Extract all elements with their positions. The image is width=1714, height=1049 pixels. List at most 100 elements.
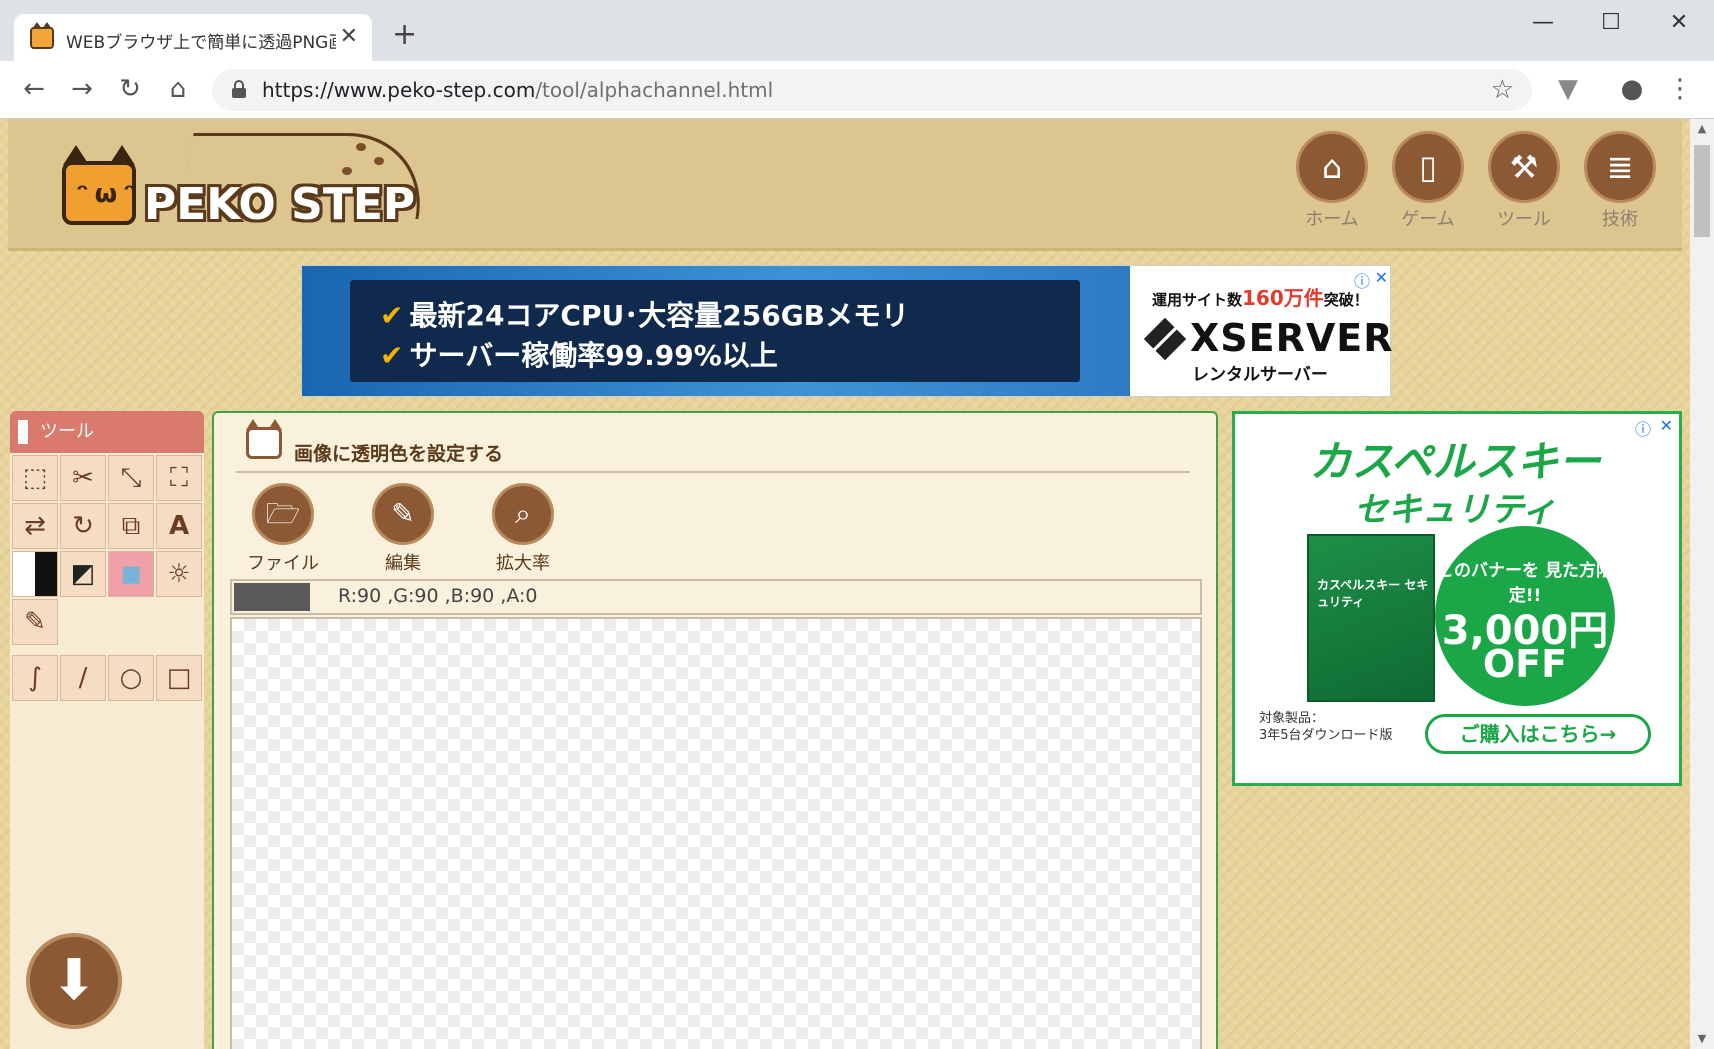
pencil-icon: ✎ xyxy=(372,483,434,545)
discount-badge: このバナーを 見た方限定!! 3,000円 OFF xyxy=(1435,526,1615,706)
image-canvas[interactable] xyxy=(230,617,1202,1049)
smartphone-icon: ▯ xyxy=(1392,131,1464,203)
zoom-button[interactable]: ⌕ 拡大率 xyxy=(478,483,568,575)
ad-title: カスペルスキー xyxy=(1309,437,1601,486)
eyedropper-icon[interactable]: ✎ xyxy=(12,599,58,645)
folder-icon: 🗁 xyxy=(252,483,314,545)
house-icon: ⌂ xyxy=(1296,131,1368,203)
ad-brand-sub: レンタルサーバー xyxy=(1192,365,1328,385)
zoom-button-label: 拡大率 xyxy=(496,553,550,574)
line-icon[interactable]: ∕ xyxy=(60,655,106,701)
color-swatch[interactable] xyxy=(234,583,310,611)
page-scrollbar[interactable]: ▲ ▼ xyxy=(1690,119,1714,1049)
ad-tagline: 運用サイト数160万件突破！ xyxy=(1152,286,1369,310)
ad-banner-brand: 運用サイト数160万件突破！ XSERVER レンタルサーバー xyxy=(1130,266,1393,396)
window-close-button[interactable]: ✕ xyxy=(1654,10,1704,35)
product-box-label: カスペルスキー セキュリティ xyxy=(1317,578,1429,609)
nav-home[interactable]: ⌂ ホーム xyxy=(1292,131,1372,231)
nav-tech-label: 技術 xyxy=(1602,209,1638,230)
extension-icon[interactable]: ▼ xyxy=(1552,73,1584,105)
page-viewport: ᵔωᵔ PEKO STEP ⌂ ホーム ▯ ゲーム ⚒ ツール ≣ 技術 ✔ 最新… xyxy=(0,119,1714,1049)
site-logo[interactable]: ᵔωᵔ PEKO STEP xyxy=(56,133,434,243)
ad-brand: XSERVER xyxy=(1190,316,1394,360)
swap-icon[interactable]: ⇄ xyxy=(12,503,58,549)
new-tab-button[interactable]: + xyxy=(392,20,417,50)
nav-tech[interactable]: ≣ 技術 xyxy=(1580,131,1660,231)
circle-icon[interactable]: ○ xyxy=(108,655,154,701)
rect-select-icon[interactable]: ⬚ xyxy=(12,455,58,501)
invert-icon[interactable] xyxy=(12,551,58,597)
lock-icon[interactable] xyxy=(232,80,246,98)
freehand-icon[interactable]: ∫ xyxy=(12,655,58,701)
text-icon[interactable]: A xyxy=(156,503,202,549)
color-readout-bar: R:90 ,G:90 ,B:90 ,A:0 xyxy=(230,579,1202,615)
browser-tabstrip: WEBブラウザ上で簡単に透過PNG画 ✕ + — ☐ ✕ xyxy=(0,0,1714,61)
tool-panel-title: ツール xyxy=(10,411,204,453)
rectangle-icon[interactable]: □ xyxy=(156,655,202,701)
ad-banner-side[interactable]: ⓘ ✕ カスペルスキー セキュリティ カスペルスキー セキュリティ このバナーを… xyxy=(1232,411,1682,786)
crop-icon[interactable]: ⛶ xyxy=(156,455,202,501)
file-button-label: ファイル xyxy=(247,553,319,574)
check-icon: ✔ xyxy=(380,339,404,372)
forward-arrow-icon[interactable]: → xyxy=(66,73,98,105)
ad-line-2: ✔ サーバー稼働率99.99%以上 xyxy=(380,339,778,372)
nav-home-label: ホーム xyxy=(1305,209,1359,230)
copy-add-icon[interactable]: ⧉ xyxy=(108,503,154,549)
browser-toolbar: ← → ↻ ⌂ https://www.peko-step.com/tool/a… xyxy=(0,61,1714,119)
ad-banner-top[interactable]: ✔ 最新24コアCPU･大容量256GBメモリ ✔ サーバー稼働率99.99%以上 … xyxy=(301,265,1393,397)
title-divider xyxy=(236,471,1190,473)
kebab-menu-icon[interactable]: ⋮ xyxy=(1664,73,1696,105)
bookmark-star-icon[interactable]: ☆ xyxy=(1491,75,1514,105)
paw-print-icon xyxy=(374,157,384,165)
ad-close-icon[interactable]: ✕ xyxy=(1375,268,1388,287)
ad-info-icon[interactable]: ⓘ xyxy=(1354,268,1370,292)
maximize-button[interactable]: ☐ xyxy=(1586,10,1636,35)
paw-print-icon xyxy=(342,167,352,175)
back-arrow-icon[interactable]: ← xyxy=(18,73,50,105)
ad-subtitle: セキュリティ xyxy=(1354,490,1556,530)
grayscale-icon[interactable]: ◩ xyxy=(60,551,106,597)
rotate-icon[interactable]: ↻ xyxy=(60,503,106,549)
nav-tools[interactable]: ⚒ ツール xyxy=(1484,131,1564,231)
tab-close-icon[interactable]: ✕ xyxy=(340,24,358,49)
color-readout: R:90 ,G:90 ,B:90 ,A:0 xyxy=(338,585,538,607)
resize-icon[interactable]: ⤡ xyxy=(108,455,154,501)
reload-icon[interactable]: ↻ xyxy=(114,73,146,105)
download-arrow-icon[interactable]: ⬇ xyxy=(26,933,122,1029)
brightness-icon[interactable]: ☼ xyxy=(156,551,202,597)
nav-game-label: ゲーム xyxy=(1401,209,1455,230)
magnifier-icon: ⌕ xyxy=(492,483,554,545)
ad-banner-panel: ✔ 最新24コアCPU･大容量256GBメモリ ✔ サーバー稼働率99.99%以上 xyxy=(350,280,1080,382)
edit-button-label: 編集 xyxy=(385,553,421,574)
ad-cta-button[interactable]: ご購入はこちら→ xyxy=(1425,714,1651,754)
transparent-color-icon[interactable]: ◼ xyxy=(108,551,154,597)
cat-mascot-icon: ᵔωᵔ xyxy=(62,145,136,225)
home-icon[interactable]: ⌂ xyxy=(162,73,194,105)
edit-button[interactable]: ✎ 編集 xyxy=(358,483,448,575)
url-text[interactable]: https://www.peko-step.com/tool/alphachan… xyxy=(262,78,773,102)
cat-face-icon xyxy=(246,419,282,459)
account-icon[interactable]: ● xyxy=(1616,73,1648,105)
nav-tools-label: ツール xyxy=(1497,209,1551,230)
logo-text: PEKO STEP xyxy=(144,179,416,230)
check-icon: ✔ xyxy=(380,299,404,332)
ad-banner-left: ✔ 最新24コアCPU･大容量256GBメモリ ✔ サーバー稼働率99.99%以上 xyxy=(302,266,1130,396)
file-button[interactable]: 🗁 ファイル xyxy=(238,483,328,575)
address-bar[interactable]: https://www.peko-step.com/tool/alphachan… xyxy=(212,69,1532,111)
scrollbar-thumb[interactable] xyxy=(1694,145,1710,237)
page-title: 画像に透明色を設定する xyxy=(294,443,504,465)
browser-tab[interactable]: WEBブラウザ上で簡単に透過PNG画 ✕ xyxy=(14,14,372,61)
minimize-button[interactable]: — xyxy=(1518,10,1568,35)
tools-icon: ⚒ xyxy=(1488,131,1560,203)
document-icon: ≣ xyxy=(1584,131,1656,203)
paw-print-icon xyxy=(356,143,366,151)
editor-panel: 画像に透明色を設定する 🗁 ファイル ✎ 編集 ⌕ 拡大率 R:90 ,G:90… xyxy=(212,411,1218,1049)
scroll-up-icon[interactable]: ▲ xyxy=(1690,119,1714,139)
scroll-down-icon[interactable]: ▼ xyxy=(1690,1029,1714,1049)
xserver-logo-icon xyxy=(1143,317,1187,361)
site-favicon-icon xyxy=(30,22,54,49)
site-header: ᵔωᵔ PEKO STEP ⌂ ホーム ▯ ゲーム ⚒ ツール ≣ 技術 xyxy=(8,119,1682,251)
nav-game[interactable]: ▯ ゲーム xyxy=(1388,131,1468,231)
scissors-icon[interactable]: ✂ xyxy=(60,455,106,501)
tab-title: WEBブラウザ上で簡単に透過PNG画 xyxy=(66,33,336,53)
